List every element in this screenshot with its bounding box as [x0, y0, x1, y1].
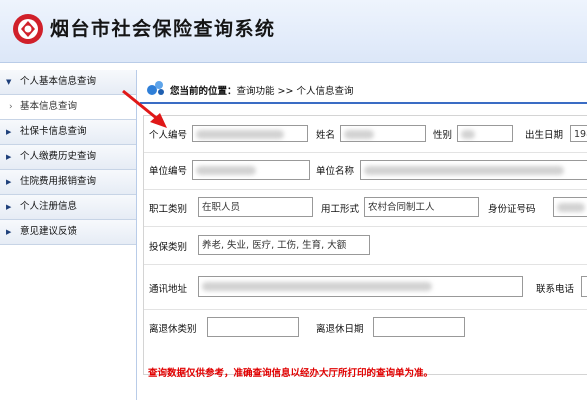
sidebar-item-label: 个人缴费历史查询 — [20, 151, 97, 162]
redacted-value — [202, 282, 432, 291]
staff-type-label: 职工类别 — [149, 204, 188, 215]
breadcrumb-path: 查询功能 >> 个人信息查询 — [236, 86, 354, 97]
personal-info-form: 个人编号 姓名 性别 出生日期 198 单位编号 单位名称 职工类别 在职人员 … — [143, 115, 587, 375]
red-arrow-annotation-icon — [122, 89, 167, 128]
unit-name-field[interactable] — [360, 160, 587, 180]
birth-date-field[interactable]: 198 — [570, 125, 587, 142]
sidebar-item-card-info[interactable]: ▶ 社保卡信息查询 — [0, 120, 136, 145]
sidebar-item-label: 个人注册信息 — [20, 201, 78, 212]
collapsed-triangle-icon: ▶ — [6, 178, 12, 186]
insurance-type-label: 投保类别 — [149, 242, 188, 253]
retire-type-label: 离退休类别 — [149, 324, 197, 335]
retire-type-field[interactable] — [207, 317, 299, 337]
employment-form-field[interactable]: 农村合同制工人 — [364, 197, 479, 217]
form-row: 职工类别 在职人员 用工形式 农村合同制工人 身份证号码 — [144, 189, 587, 227]
address-label: 通讯地址 — [149, 284, 188, 295]
unit-name-label: 单位名称 — [316, 166, 355, 177]
retire-date-field[interactable] — [373, 317, 465, 337]
breadcrumb-prefix: 您当前的位置： — [170, 86, 237, 97]
insurance-type-field[interactable]: 养老, 失业, 医疗, 工伤, 生育, 大额 — [198, 235, 370, 255]
form-row: 通讯地址 联系电话 — [144, 264, 587, 310]
address-field[interactable] — [198, 276, 523, 297]
collapsed-triangle-icon: ▶ — [6, 128, 12, 136]
breadcrumb: 您当前的位置：查询功能 >> 个人信息查询 — [140, 76, 587, 104]
gender-label: 性别 — [433, 130, 453, 141]
form-row: 离退休类别 离退休日期 — [144, 309, 587, 347]
employment-form-label: 用工形式 — [321, 204, 360, 215]
sidebar-subitem-basic-info[interactable]: › 基本信息查询 — [0, 95, 136, 120]
phone-label: 联系电话 — [536, 284, 575, 295]
sidebar-item-payment-history[interactable]: ▶ 个人缴费历史查询 — [0, 145, 136, 170]
birth-date-label: 出生日期 — [525, 130, 564, 141]
collapsed-triangle-icon: ▶ — [6, 203, 12, 211]
sidebar-nav: ▼ 个人基本信息查询 › 基本信息查询 ▶ 社保卡信息查询 ▶ 个人缴费历史查询… — [0, 70, 137, 400]
personal-id-field[interactable] — [192, 125, 308, 142]
retire-date-label: 离退休日期 — [316, 324, 364, 335]
sidebar-item-hospital-reimbursement[interactable]: ▶ 住院费用报销查询 — [0, 170, 136, 195]
sidebar-item-personal-info[interactable]: ▼ 个人基本信息查询 — [0, 70, 136, 95]
name-label: 姓名 — [316, 130, 336, 141]
breadcrumb-text: 您当前的位置：查询功能 >> 个人信息查询 — [170, 83, 353, 97]
form-row: 投保类别 养老, 失业, 医疗, 工伤, 生育, 大额 — [144, 226, 587, 265]
expanded-triangle-icon: ▼ — [6, 78, 12, 86]
sidebar-item-label: 社保卡信息查询 — [20, 126, 87, 137]
redacted-value — [364, 166, 564, 175]
phone-field[interactable] — [581, 276, 587, 297]
unit-id-field[interactable] — [192, 160, 310, 180]
id-number-field[interactable] — [553, 197, 587, 217]
collapsed-triangle-icon: ▶ — [6, 153, 12, 161]
sidebar-item-label: 意见建议反馈 — [20, 226, 78, 237]
sidebar-subitem-label: 基本信息查询 — [20, 101, 78, 112]
form-row: 单位编号 单位名称 — [144, 152, 587, 190]
social-security-logo-icon — [13, 14, 43, 44]
sidebar-item-label: 住院费用报销查询 — [20, 176, 97, 187]
id-number-label: 身份证号码 — [488, 204, 536, 215]
redacted-value — [196, 130, 284, 139]
unit-id-label: 单位编号 — [149, 166, 188, 177]
staff-type-field[interactable]: 在职人员 — [198, 197, 313, 217]
main-panel: 您当前的位置：查询功能 >> 个人信息查询 个人编号 姓名 性别 出生日期 19… — [140, 70, 587, 400]
gender-field[interactable] — [457, 125, 513, 142]
app-title: 烟台市社会保险查询系统 — [50, 18, 276, 40]
sidebar-item-registration[interactable]: ▶ 个人注册信息 — [0, 195, 136, 220]
app-header: 烟台市社会保险查询系统 — [0, 0, 587, 63]
sidebar-item-label: 个人基本信息查询 — [20, 76, 97, 87]
redacted-value — [557, 203, 585, 212]
name-field[interactable] — [340, 125, 426, 142]
form-row: 个人编号 姓名 性别 出生日期 198 — [144, 116, 587, 153]
disclaimer-note: 查询数据仅供参考，准确查询信息以经办大厅所打印的查询单为准。 — [148, 368, 434, 379]
sidebar-item-feedback[interactable]: ▶ 意见建议反馈 — [0, 220, 136, 245]
redacted-value — [344, 130, 374, 139]
chevron-right-icon: › — [9, 102, 13, 112]
redacted-value — [196, 166, 256, 175]
collapsed-triangle-icon: ▶ — [6, 228, 12, 236]
redacted-value — [461, 130, 475, 139]
